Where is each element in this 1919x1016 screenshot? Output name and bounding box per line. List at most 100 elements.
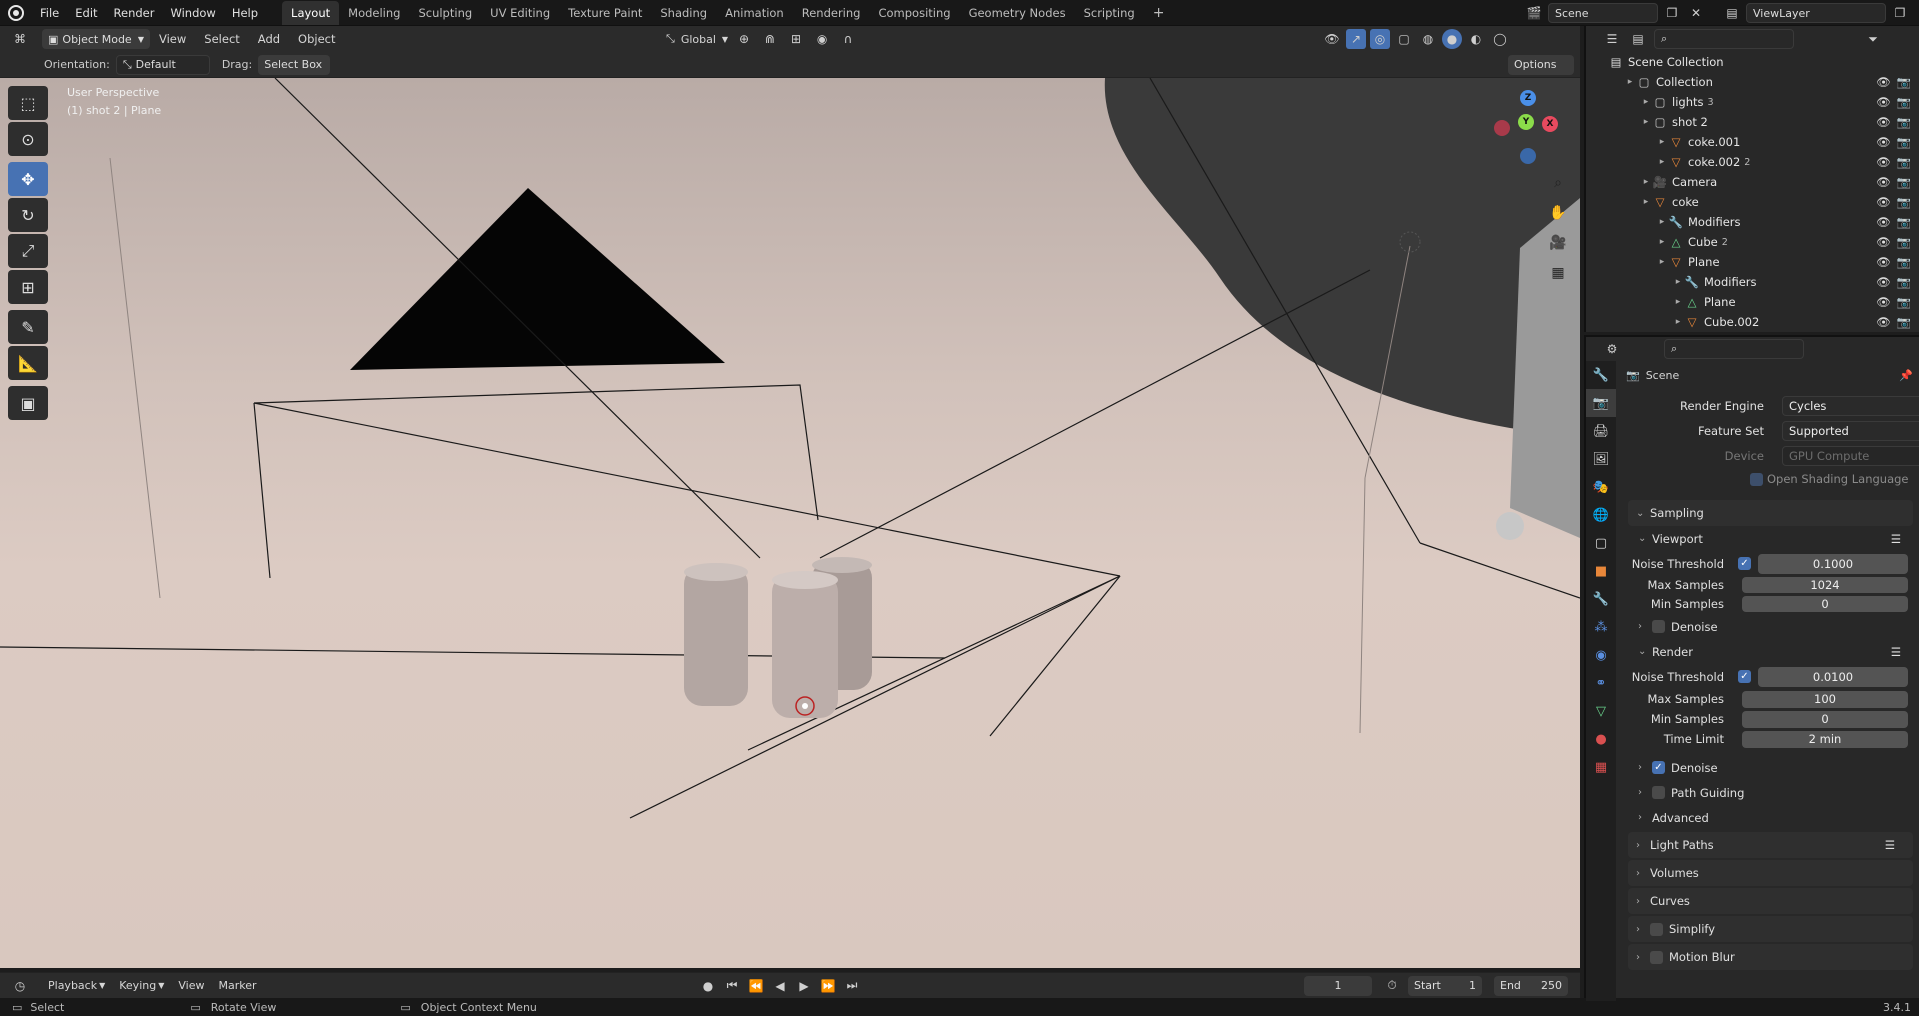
eye-icon[interactable]: 👁 <box>1876 75 1891 89</box>
zoom-icon[interactable]: ⌕ <box>1545 170 1571 196</box>
clock-icon[interactable]: ⏱ <box>1382 976 1402 996</box>
camera-render-icon[interactable]: 📷 <box>1897 95 1911 109</box>
light-paths-panel[interactable]: › Light Paths ☰ <box>1628 832 1913 858</box>
eye-icon[interactable]: 👁 <box>1876 175 1891 189</box>
new-view-layer-icon[interactable]: ❐ <box>1890 3 1910 23</box>
solid-shading-icon[interactable]: ● <box>1442 29 1462 49</box>
r-denoise-subpanel[interactable]: › ✓ Denoise <box>1622 755 1919 780</box>
transform-space-label[interactable]: Global <box>681 33 716 46</box>
camera-render-icon[interactable]: 📷 <box>1897 155 1911 169</box>
navigation-gizmo[interactable]: X Y Z <box>1490 88 1570 168</box>
outliner-item[interactable]: ▸ 🔧 Modifiers 👁 📷 <box>1586 272 1919 292</box>
expand-triangle-icon[interactable]: ▸ <box>1624 77 1636 87</box>
view-layer-icon[interactable]: ▤ <box>1722 3 1742 23</box>
workspace-tab-modeling[interactable]: Modeling <box>339 1 409 25</box>
camera-render-icon[interactable]: 📷 <box>1897 115 1911 129</box>
motion-blur-checkbox[interactable] <box>1650 950 1663 964</box>
camera-render-icon[interactable]: 📷 <box>1897 275 1911 289</box>
expand-triangle-icon[interactable]: ▸ <box>1640 177 1652 187</box>
vp-min-field[interactable]: 0 <box>1742 595 1908 612</box>
workspace-tab-uv-editing[interactable]: UV Editing <box>481 1 559 25</box>
jump-next-key-icon[interactable]: ⏩ <box>818 976 838 996</box>
camera-render-icon[interactable]: 📷 <box>1897 175 1911 189</box>
annotate-tool-icon[interactable]: ✎ <box>8 310 48 344</box>
menu-file[interactable]: File <box>32 0 67 26</box>
options-dropdown[interactable]: Options <box>1508 54 1574 75</box>
outliner-item[interactable]: ▸ △ Plane 👁 📷 <box>1586 292 1919 312</box>
menu-marker[interactable]: Marker <box>218 979 256 992</box>
outliner-search-input[interactable]: ⌕ <box>1654 29 1794 49</box>
visibility-icon[interactable]: 👁 <box>1322 29 1342 49</box>
outliner-item[interactable]: ▸ ▽ Cube.002 👁 📷 <box>1586 312 1919 332</box>
render-subpanel-header[interactable]: ⌄ Render ☰ <box>1622 639 1919 664</box>
gizmo-toggle-icon[interactable]: ↗ <box>1346 29 1366 49</box>
menu-window[interactable]: Window <box>162 0 223 26</box>
render-tab-icon[interactable]: 📷 <box>1586 389 1616 417</box>
gizmo-z-axis[interactable]: Z <box>1520 90 1536 106</box>
physics-tab-icon[interactable]: ◉ <box>1586 641 1616 669</box>
r-denoise-checkbox[interactable]: ✓ <box>1652 761 1665 774</box>
motion-blur-panel[interactable]: › Motion Blur <box>1628 944 1913 970</box>
outliner-item[interactable]: ▸ ▽ coke 👁 📷 <box>1586 192 1919 212</box>
material-shading-icon[interactable]: ◐ <box>1466 29 1486 49</box>
end-frame-field[interactable]: End 250 <box>1494 975 1568 996</box>
workspace-tab-rendering[interactable]: Rendering <box>793 1 870 25</box>
start-frame-field[interactable]: Start 1 <box>1408 975 1482 996</box>
outliner-item[interactable]: ▸ 🔧 Modifiers 👁 📷 <box>1586 212 1919 232</box>
collection-tab-icon[interactable]: ▢ <box>1586 529 1616 557</box>
menu-render[interactable]: Render <box>106 0 163 26</box>
transform-tool-icon[interactable]: ⊞ <box>8 270 48 304</box>
orientation-dropdown[interactable]: ⤡ Default <box>115 54 210 75</box>
presets-list-icon[interactable]: ☰ <box>1891 532 1901 546</box>
eye-icon[interactable]: 👁 <box>1876 315 1891 329</box>
cursor-tool-icon[interactable]: ⊙ <box>8 122 48 156</box>
outliner-item[interactable]: ▸ △ Cube 2 👁 📷 <box>1586 232 1919 252</box>
camera-view-icon[interactable]: 🎥 <box>1545 230 1571 256</box>
expand-triangle-icon[interactable]: ▸ <box>1656 217 1668 227</box>
snap-increment-icon[interactable]: ⊞ <box>786 29 806 49</box>
advanced-subpanel[interactable]: › Advanced <box>1622 805 1919 830</box>
outliner-item[interactable]: ▸ ▽ coke.001 👁 📷 <box>1586 132 1919 152</box>
delete-view-layer-icon[interactable]: ✕ <box>1914 3 1919 23</box>
rotate-tool-icon[interactable]: ↻ <box>8 198 48 232</box>
r-noise-checkbox[interactable]: ✓ <box>1738 670 1751 683</box>
snap-icon[interactable]: ⋒ <box>760 29 780 49</box>
workspace-tab-animation[interactable]: Animation <box>716 1 793 25</box>
wireframe-shading-icon[interactable]: ◍ <box>1418 29 1438 49</box>
scene-icon[interactable]: 🎬 <box>1524 3 1544 23</box>
workspace-tab-layout[interactable]: Layout <box>282 0 340 25</box>
outliner-item[interactable]: ▸ ▢ lights 3 👁 📷 <box>1586 92 1919 112</box>
workspace-tab-texture-paint[interactable]: Texture Paint <box>559 1 651 25</box>
r-time-field[interactable]: 2 min <box>1742 730 1908 748</box>
path-guiding-subpanel[interactable]: › Path Guiding <box>1622 780 1919 805</box>
modifier-tab-icon[interactable]: 🔧 <box>1586 585 1616 613</box>
xray-toggle-icon[interactable]: ▢ <box>1394 29 1414 49</box>
filter-icon[interactable]: ⏷ <box>1863 29 1883 49</box>
r-max-field[interactable]: 100 <box>1742 690 1908 708</box>
gizmo-y-axis[interactable]: Y <box>1518 114 1534 130</box>
play-reverse-icon[interactable]: ◀ <box>770 976 790 996</box>
scene-tab-icon[interactable]: 🎭 <box>1586 473 1616 501</box>
workspace-tab-compositing[interactable]: Compositing <box>869 1 959 25</box>
add-workspace-button[interactable]: + <box>1144 1 1174 25</box>
volumes-panel[interactable]: › Volumes <box>1628 860 1913 886</box>
vp-denoise-subpanel[interactable]: › Denoise <box>1622 614 1919 639</box>
camera-render-icon[interactable]: 📷 <box>1897 255 1911 269</box>
outliner-item[interactable]: ▸ ▢ shot 2 👁 📷 <box>1586 112 1919 132</box>
menu-keying[interactable]: Keying ▼ <box>119 979 164 992</box>
menu-object[interactable]: Object <box>289 32 344 46</box>
move-tool-icon[interactable]: ✥ <box>8 162 48 196</box>
eye-icon[interactable]: 👁 <box>1876 115 1891 129</box>
display-mode-icon[interactable]: ▤ <box>1628 29 1648 49</box>
expand-triangle-icon[interactable]: ▸ <box>1672 277 1684 287</box>
world-tab-icon[interactable]: 🌐 <box>1586 501 1616 529</box>
select-box-tool-icon[interactable]: ⬚ <box>8 86 48 120</box>
expand-triangle-icon[interactable]: ▸ <box>1656 237 1668 247</box>
expand-triangle-icon[interactable]: ▸ <box>1656 137 1668 147</box>
scale-tool-icon[interactable]: ⤢ <box>8 234 48 268</box>
menu-playback[interactable]: Playback ▼ <box>48 979 105 992</box>
presets-list-icon[interactable]: ☰ <box>1885 838 1895 852</box>
r-min-field[interactable]: 0 <box>1742 710 1908 728</box>
new-scene-icon[interactable]: ❐ <box>1662 3 1682 23</box>
scene-selector[interactable]: Scene <box>1548 3 1658 23</box>
